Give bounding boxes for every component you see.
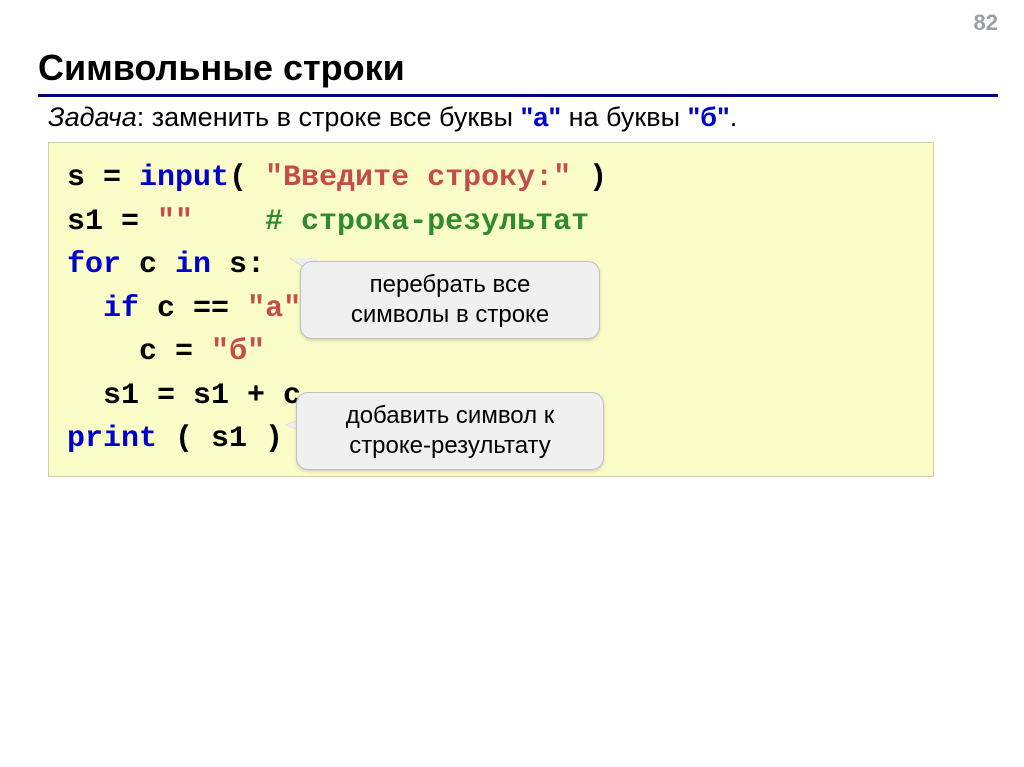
callout-line: перебрать все [319, 270, 581, 300]
letter-a: "а" [521, 102, 562, 132]
code-token: s1 = s1 + c [103, 379, 301, 413]
code-string: "" [157, 205, 193, 239]
title-underline [38, 94, 998, 97]
code-token: s: [211, 248, 265, 282]
problem-text: : заменить в строке все буквы [137, 102, 521, 132]
code-pad [67, 379, 103, 413]
code-token: s = [67, 161, 139, 195]
callout-iterate: перебрать все символы в строке [300, 261, 600, 339]
code-if-kw: if [103, 292, 139, 326]
callout-line: добавить символ к [315, 401, 585, 431]
code-pad [67, 335, 139, 369]
callout-line: символы в строке [319, 300, 581, 330]
code-token: c [121, 248, 175, 282]
code-line-1: s = input( "Введите строку:" ) [67, 157, 915, 201]
code-token: s1 = [67, 205, 157, 239]
problem-statement: Задача: заменить в строке все буквы "а" … [48, 102, 737, 133]
code-token: c = [139, 335, 211, 369]
letter-b: "б" [688, 102, 730, 132]
code-in-kw: in [175, 248, 211, 282]
code-pad [67, 292, 103, 326]
code-token: c == [139, 292, 247, 326]
code-line-2: s1 = "" # строка-результат [67, 201, 915, 245]
code-string: "а" [247, 292, 301, 326]
callout-append: добавить символ к строке-результату [296, 392, 604, 470]
problem-after: . [730, 102, 738, 132]
code-pad [193, 205, 265, 239]
page-title: Символьные строки [38, 47, 405, 89]
problem-between: на буквы [561, 102, 687, 132]
code-input-kw: input [139, 161, 229, 195]
page-number: 82 [974, 10, 998, 36]
code-comment: # строка-результат [265, 205, 589, 239]
callout-line: строке-результату [315, 431, 585, 461]
code-token: ( s1 ) [157, 422, 283, 456]
code-string: "б" [211, 335, 265, 369]
code-for-kw: for [67, 248, 121, 282]
code-token: ) [571, 161, 607, 195]
code-token: ( [229, 161, 265, 195]
code-string: "Введите строку:" [265, 161, 571, 195]
problem-label: Задача [48, 102, 137, 132]
code-print-kw: print [67, 422, 157, 456]
